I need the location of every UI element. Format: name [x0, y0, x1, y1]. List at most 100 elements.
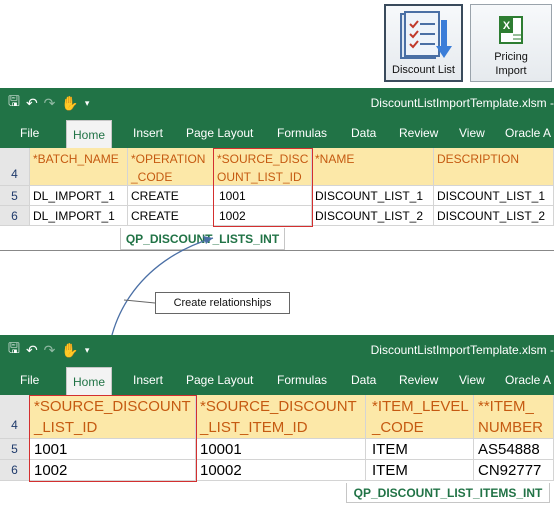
svg-text:X: X [503, 20, 511, 32]
header-line2: _CODE [372, 419, 424, 436]
ribbon-tabs: File Home Insert Page Layout Formulas Da… [0, 365, 554, 395]
cell[interactable]: DISCOUNT_LIST_2 [434, 206, 554, 226]
tab-view[interactable]: View [459, 365, 485, 395]
cell[interactable]: 10001 [196, 439, 366, 460]
cell[interactable]: ITEM [366, 439, 474, 460]
cell[interactable]: ITEM [366, 460, 474, 481]
redo-icon[interactable]: ↷ [44, 95, 56, 112]
row-number[interactable]: 6 [0, 206, 30, 226]
header-cell[interactable]: *SOURCE_DISC OUNT_LIST_ID [214, 148, 312, 186]
touch-mode-icon[interactable]: ✋ [61, 342, 78, 359]
tab-file[interactable]: File [20, 365, 39, 395]
row-number[interactable]: 4 [0, 395, 30, 439]
row-number[interactable]: 5 [0, 186, 30, 206]
tab-view[interactable]: View [459, 118, 485, 148]
quick-access-toolbar: 🖫 ↶ ↷ ✋ ▾ [8, 339, 89, 361]
cell[interactable]: 1001 [214, 186, 312, 206]
header-line2: NUMBER [478, 419, 544, 436]
row-number[interactable]: 4 [0, 148, 30, 186]
header-cell[interactable]: *ITEM_LEVEL _CODE [366, 395, 474, 439]
customize-qat-icon[interactable]: ▾ [85, 345, 90, 356]
cell[interactable]: DISCOUNT_LIST_1 [434, 186, 554, 206]
header-line2: OUNT_LIST_ID [217, 170, 302, 184]
header-line1: *ITEM_LEVEL [372, 398, 469, 415]
save-icon[interactable]: 🖫 [8, 91, 20, 115]
quick-access-toolbar: 🖫 ↶ ↷ ✋ ▾ [8, 92, 89, 114]
header-row: 4 *BATCH_NAME *OPERATION _CODE *SOURCE_DI… [0, 148, 554, 186]
cell[interactable]: 10002 [196, 460, 366, 481]
save-icon[interactable]: 🖫 [8, 338, 20, 362]
redo-icon[interactable]: ↷ [44, 342, 56, 359]
header-line2: _LIST_ID [34, 419, 98, 436]
title-bar: 🖫 ↶ ↷ ✋ ▾ DiscountListImportTemplate.xls… [0, 88, 554, 118]
tab-page-layout[interactable]: Page Layout [186, 365, 253, 395]
pricing-import-button[interactable]: X Pricing Import [470, 4, 552, 82]
cell[interactable]: DL_IMPORT_1 [30, 206, 128, 226]
cell[interactable]: DISCOUNT_LIST_1 [312, 186, 434, 206]
header-row: 4 *SOURCE_DISCOUNT _LIST_ID *SOURCE_DISCO… [0, 395, 554, 439]
header-line1: *SOURCE_DISCOUNT [34, 398, 191, 415]
header-line2: *BATCH_NAME [33, 152, 119, 166]
tab-formulas[interactable]: Formulas [277, 118, 327, 148]
discount-list-icon [400, 11, 452, 59]
cell[interactable]: 1002 [214, 206, 312, 226]
cell[interactable]: AS54888 [474, 439, 554, 460]
sheet-tab[interactable]: QP_DISCOUNT_LISTS_INT [120, 228, 285, 250]
pricing-label-line1: Pricing [494, 51, 528, 63]
tab-data[interactable]: Data [351, 365, 376, 395]
touch-mode-icon[interactable]: ✋ [61, 95, 78, 112]
tab-insert[interactable]: Insert [133, 118, 163, 148]
title-bar: 🖫 ↶ ↷ ✋ ▾ DiscountListImportTemplate.xls… [0, 335, 554, 365]
header-cell[interactable]: DESCRIPTION [434, 148, 554, 186]
tab-formulas[interactable]: Formulas [277, 365, 327, 395]
header-line1: *SOURCE_DISCOUNT [200, 398, 357, 415]
divider [0, 250, 554, 251]
tab-home[interactable]: Home [66, 367, 113, 395]
tab-oracle[interactable]: Oracle A [505, 118, 551, 148]
tab-home[interactable]: Home [66, 120, 113, 148]
tab-insert[interactable]: Insert [133, 365, 163, 395]
cell[interactable]: 1001 [30, 439, 196, 460]
table-row: 6 1002 10002 ITEM CN92777 [0, 460, 554, 481]
header-line2: DESCRIPTION [437, 152, 520, 166]
table-row: 5 DL_IMPORT_1 CREATE 1001 DISCOUNT_LIST_… [0, 186, 554, 206]
row-number[interactable]: 5 [0, 439, 30, 460]
tab-review[interactable]: Review [399, 365, 438, 395]
tab-file[interactable]: File [20, 118, 39, 148]
header-line1: *SOURCE_DISC [217, 152, 309, 166]
header-line1: *OPERATION [131, 152, 206, 166]
cell[interactable]: CREATE [128, 206, 214, 226]
undo-icon[interactable]: ↶ [26, 342, 38, 359]
cell[interactable]: 1002 [30, 460, 196, 481]
callout: Create relationships [155, 292, 290, 314]
header-cell[interactable]: **ITEM_ NUMBER [474, 395, 554, 439]
excel-window-discount-list-items: 🖫 ↶ ↷ ✋ ▾ DiscountListImportTemplate.xls… [0, 335, 554, 508]
row-number[interactable]: 6 [0, 460, 30, 481]
tab-review[interactable]: Review [399, 118, 438, 148]
ribbon-tabs: File Home Insert Page Layout Formulas Da… [0, 118, 554, 148]
tab-data[interactable]: Data [351, 118, 376, 148]
tab-page-layout[interactable]: Page Layout [186, 118, 253, 148]
window-title: DiscountListImportTemplate.xlsm - [370, 96, 554, 110]
header-cell[interactable]: *OPERATION _CODE [128, 148, 214, 186]
cell[interactable]: DISCOUNT_LIST_2 [312, 206, 434, 226]
undo-icon[interactable]: ↶ [26, 95, 38, 112]
cell[interactable]: DL_IMPORT_1 [30, 186, 128, 206]
table-row: 5 1001 10001 ITEM AS54888 [0, 439, 554, 460]
header-cell[interactable]: *SOURCE_DISCOUNT _LIST_ID [30, 395, 196, 439]
header-line2: _LIST_ITEM_ID [200, 419, 308, 436]
tab-oracle[interactable]: Oracle A [505, 365, 551, 395]
discount-list-button[interactable]: Discount List [384, 4, 463, 82]
header-line2: *NAME [315, 152, 355, 166]
pricing-import-label: Pricing Import [494, 50, 528, 81]
customize-qat-icon[interactable]: ▾ [85, 98, 90, 109]
sheet-tab[interactable]: QP_DISCOUNT_LIST_ITEMS_INT [346, 483, 550, 503]
header-cell[interactable]: *BATCH_NAME [30, 148, 128, 186]
header-cell[interactable]: *SOURCE_DISCOUNT _LIST_ITEM_ID [196, 395, 366, 439]
cell[interactable]: CN92777 [474, 460, 554, 481]
cell[interactable]: CREATE [128, 186, 214, 206]
header-cell[interactable]: *NAME [312, 148, 434, 186]
window-title: DiscountListImportTemplate.xlsm - [370, 343, 554, 357]
table-row: 6 DL_IMPORT_1 CREATE 1002 DISCOUNT_LIST_… [0, 206, 554, 226]
excel-window-discount-lists: 🖫 ↶ ↷ ✋ ▾ DiscountListImportTemplate.xls… [0, 88, 554, 254]
